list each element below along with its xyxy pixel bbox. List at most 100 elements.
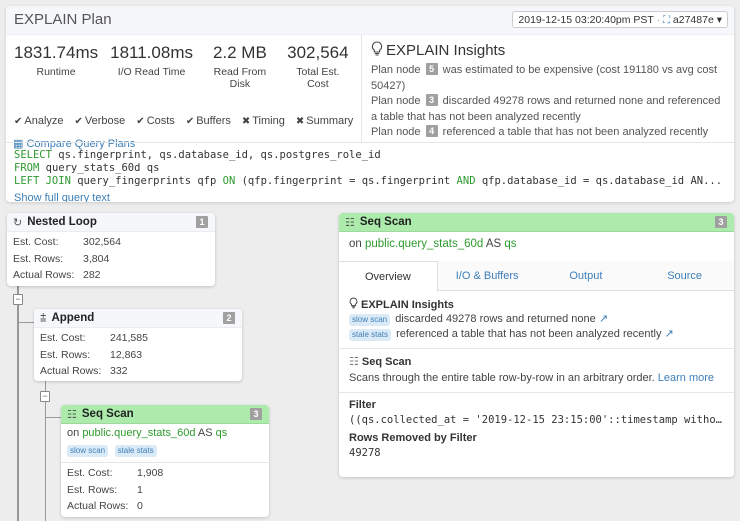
insight-text: was estimated to be expensive (cost 1911… [371, 64, 718, 92]
stat-key: Actual Rows: [67, 500, 129, 512]
stat-key: Est. Rows: [67, 483, 118, 496]
section-title-text: EXPLAIN Insights [361, 298, 454, 311]
seq-scan-icon: ☷ [349, 356, 359, 368]
node-stat-row: Est. Cost: 302,564 [13, 234, 209, 251]
query-line: LEFT JOIN query_fingerprints qfp ON (qfp… [14, 175, 726, 188]
snapshot-timestamp: 2019-12-15 03:20:40pm PST [518, 14, 654, 26]
table-alias: qs [215, 427, 228, 439]
show-full-query-link[interactable]: Show full query text [14, 192, 110, 202]
tab-io-buffers[interactable]: I/O & Buffers [438, 261, 537, 290]
option-label: Costs [146, 115, 175, 127]
plan-node-1[interactable]: ↻ Nested Loop 1 Est. Cost: 302,564 Est. R… [7, 213, 215, 286]
tag-slow-scan: slow scan [349, 314, 391, 326]
chevron-down-icon: ▾ [716, 14, 722, 26]
snapshot-select[interactable]: 2019-12-15 03:20:40pm PST · ⛶ a27487e ▾ [512, 11, 728, 28]
node-header: ↻ Nested Loop 1 [7, 213, 215, 232]
sql-keyword: FROM [14, 162, 40, 174]
node-title: Nested Loop [27, 216, 97, 228]
filter-section: Filter ((qs.collected_at = '2019-12-15 2… [339, 393, 734, 471]
stat-value: 2.2 MB [212, 43, 267, 62]
insight-item: Plan node 4 referenced a table that has … [371, 125, 726, 141]
tab-source[interactable]: Source [635, 261, 734, 290]
stat-value: 1831.74ms [14, 43, 99, 62]
seq-scan-icon: ☷ [67, 408, 77, 421]
insight-text: referenced a table that has not been ana… [442, 126, 709, 138]
query-text-section: SELECT qs.fingerprint, qs.database_id, q… [6, 142, 734, 202]
stat-io-read-time: 1811.08ms I/O Read Time [110, 43, 193, 90]
insight-item: slow scan discarded 49278 rows and retur… [349, 312, 724, 327]
stat-value: 1 [137, 483, 143, 496]
node-stat-row: Est. Rows: 1 [67, 482, 263, 499]
seq-scan-icon: ☷ [345, 216, 355, 229]
stat-read-from-disk: 2.2 MB Read From Disk [205, 43, 275, 90]
insight-item: Plan node 5 was estimated to be expensiv… [371, 63, 726, 94]
detail-relation: on public.query_stats_60d AS qs [339, 232, 734, 261]
append-icon: ⩲ [40, 311, 47, 324]
lightbulb-icon [371, 41, 383, 60]
section-title-text: Seq Scan [361, 355, 412, 368]
plan-node-2[interactable]: ⩲ Append 2 Est. Cost: 241,585 Est. Rows: 1… [34, 309, 242, 381]
node-header: ☷ Seq Scan 3 [61, 405, 269, 424]
external-link-icon[interactable]: ↗ [599, 313, 608, 325]
node-stats: Est. Cost: 1,908 Est. Rows: 1 Actual Rows:… [61, 463, 269, 517]
stat-value: 1811.08ms [110, 43, 193, 62]
section-title: EXPLAIN Insights [349, 297, 724, 312]
on-prefix: on [349, 238, 362, 250]
stat-key: Est. Cost: [13, 236, 59, 248]
explain-options: ✔ Analyze ✔ Verbose ✔ Costs ✔ Buffers ✖ Timin… [14, 115, 353, 127]
as-keyword: AS [485, 238, 502, 250]
option-label: Buffers [196, 115, 231, 127]
stat-value: 241,585 [110, 332, 148, 344]
option-summary: ✖ Summary [296, 115, 353, 127]
tab-overview[interactable]: Overview [339, 261, 438, 292]
detail-header: ☷ Seq Scan 3 [339, 213, 734, 232]
node-number-badge[interactable]: 4 [425, 125, 438, 137]
node-stat-row: Est. Rows: 3,804 [13, 251, 209, 268]
tag-stale-stats: stale stats [349, 329, 392, 341]
node-stat-row: Est. Rows: 12,863 [40, 347, 236, 364]
sql-keyword: ON [222, 175, 236, 187]
section-title: ☷ Seq Scan [349, 355, 724, 369]
rows-removed-value: 49278 [349, 447, 381, 459]
stats-row: 1831.74ms Runtime 1811.08ms I/O Read Tim… [14, 43, 361, 90]
node-type-description: Scans through the entire table row-by-ro… [349, 371, 724, 386]
node-stats: Est. Cost: 302,564 Est. Rows: 3,804 Actual… [7, 232, 215, 286]
check-icon: ✔ [74, 116, 83, 127]
stat-value: 302,564 [83, 236, 121, 248]
stat-key: Actual Rows: [13, 269, 75, 281]
collapse-node-1-button[interactable]: − [13, 294, 23, 305]
stat-value: 282 [83, 269, 101, 281]
option-analyze: ✔ Analyze [14, 115, 64, 127]
node-detail-panel: ☷ Seq Scan 3 on public.query_stats_60d A… [339, 213, 734, 477]
page-title: EXPLAIN Plan [14, 11, 112, 28]
stat-label: Read From Disk [213, 66, 267, 90]
detail-tabs: Overview I/O & Buffers Output Source [339, 261, 734, 292]
summary-panel: 1831.74ms Runtime 1811.08ms I/O Read Tim… [6, 35, 362, 150]
tree-connector [46, 417, 61, 418]
node-number-badge: 3 [250, 408, 262, 420]
stat-key: Est. Rows: [40, 348, 91, 361]
query-line: SELECT qs.fingerprint, qs.database_id, q… [14, 149, 726, 162]
node-title: Seq Scan [81, 408, 134, 420]
stat-label: I/O Read Time [117, 66, 186, 78]
node-number-badge[interactable]: 3 [425, 94, 438, 106]
collapse-node-2-button[interactable]: − [40, 391, 50, 402]
tab-output[interactable]: Output [537, 261, 636, 290]
sql-keyword: AND [456, 175, 476, 187]
sql-keyword: LEFT JOIN [14, 175, 71, 187]
table-name: public.query_stats_60d [82, 427, 196, 439]
learn-more-link[interactable]: Learn more [658, 372, 714, 384]
plan-node-3[interactable]: ☷ Seq Scan 3 on public.query_stats_60d A… [61, 405, 269, 517]
option-costs: ✔ Costs [136, 115, 175, 127]
stat-value: 0 [137, 500, 143, 512]
insights-list: Plan node 5 was estimated to be expensiv… [371, 63, 726, 141]
external-link-icon[interactable]: ↗ [665, 328, 674, 340]
stat-key: Est. Cost: [67, 467, 113, 479]
node-header: ⩲ Append 2 [34, 309, 242, 328]
node-stat-row: Actual Rows: 332 [40, 363, 236, 380]
sql-text: query_stats_60d qs [39, 162, 160, 174]
insight-item: stale stats referenced a table that has … [349, 327, 724, 342]
node-number-badge[interactable]: 5 [425, 63, 438, 75]
explain-plan-card: EXPLAIN Plan 2019-12-15 03:20:40pm PST ·… [6, 6, 734, 202]
insights-title-text: EXPLAIN Insights [386, 42, 506, 59]
